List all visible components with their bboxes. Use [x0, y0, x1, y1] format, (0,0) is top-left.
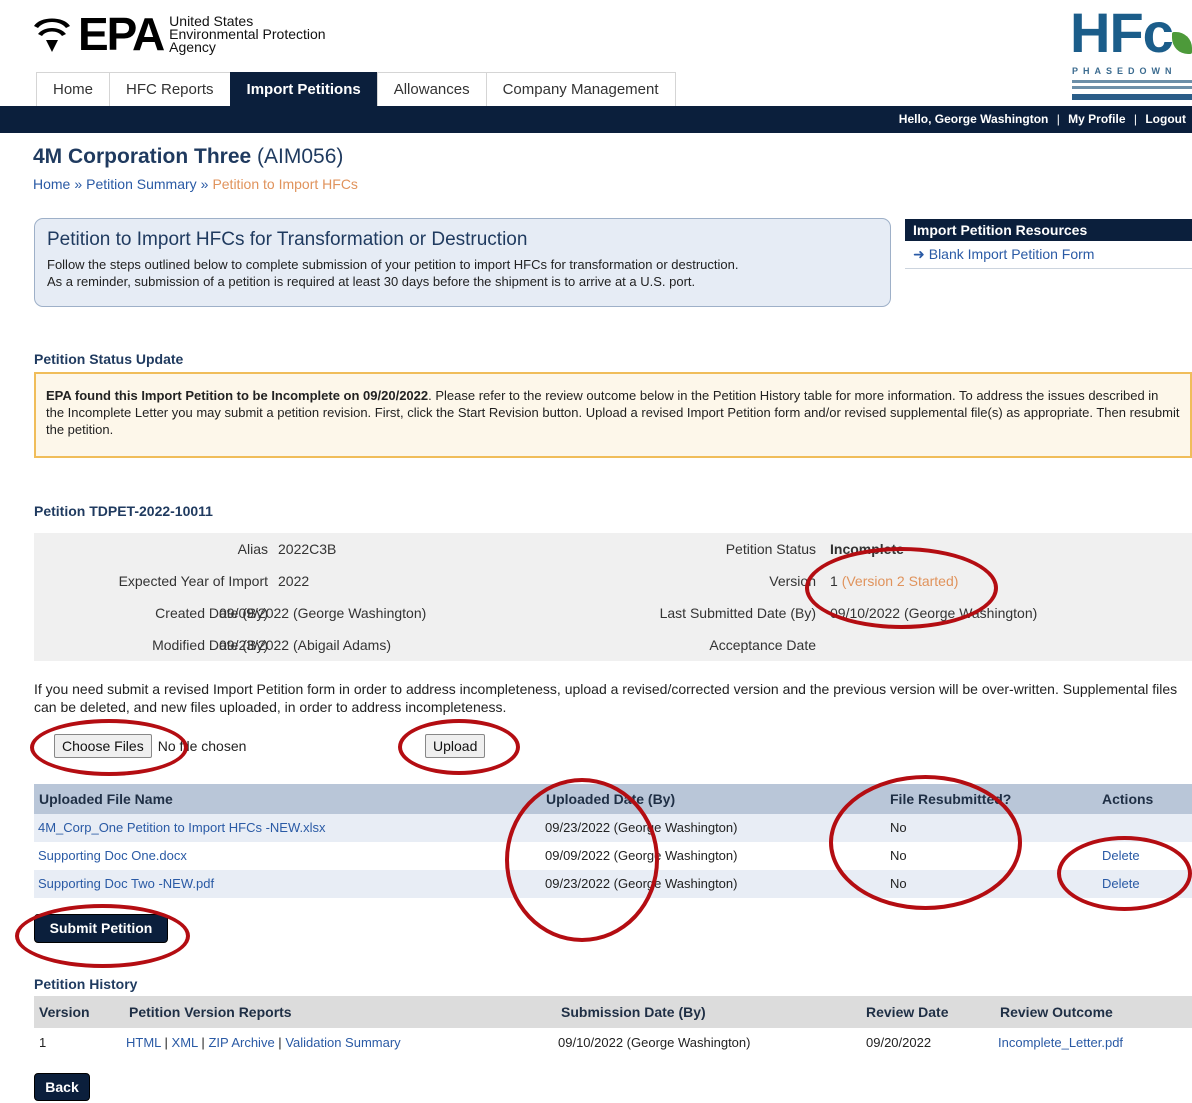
breadcrumb-home[interactable]: Home [33, 176, 70, 192]
separator: | [1133, 112, 1137, 126]
hfc-phasedown-logo: HFc PHASEDOWN [1068, 4, 1192, 102]
separator: | [278, 1035, 282, 1050]
history-version: 1 [39, 1035, 47, 1050]
epa-wordmark: EPA [78, 8, 165, 60]
resources-panel: Import Petition Resources ➜ Blank Import … [905, 219, 1192, 269]
history-review-date: 09/20/2022 [866, 1035, 932, 1050]
intro-panel: Petition to Import HFCs for Transformati… [34, 218, 891, 307]
epa-seal-icon [34, 18, 70, 52]
breadcrumb: Home» Petition Summary» Petition to Import… [33, 176, 358, 192]
acceptance-label: Acceptance Date [709, 637, 816, 653]
petition-heading: Petition TDPET-2022-10011 [34, 503, 213, 519]
status-update-panel: EPA found this Import Petition to be Inc… [34, 372, 1192, 458]
report-validation-link[interactable]: Validation Summary [285, 1035, 400, 1050]
hfc-wordmark: HFc [1070, 1, 1174, 64]
separator: | [164, 1035, 168, 1050]
detail-row: Alias 2022C3B Petition Status Incomplete [34, 533, 1192, 565]
table-header: Version Petition Version Reports Submiss… [34, 996, 1192, 1028]
logout-link[interactable]: Logout [1145, 112, 1186, 126]
column-header: Uploaded File Name [39, 791, 173, 807]
alias-value: 2022C3B [278, 541, 337, 557]
annotation-circle [30, 719, 188, 776]
org-name: 4M Corporation Three [33, 145, 252, 168]
status-update-bold: EPA found this Import Petition to be Inc… [46, 388, 429, 403]
arrow-right-icon: ➜ [913, 246, 925, 262]
user-greeting: Hello, George Washington [898, 112, 1049, 126]
user-bar: Hello, George Washington | My Profile | … [0, 106, 1192, 133]
intro-title: Petition to Import HFCs for Transformati… [47, 229, 528, 250]
column-header: Petition Version Reports [129, 1004, 292, 1020]
resources-heading: Import Petition Resources [905, 219, 1192, 241]
petition-details: Alias 2022C3B Petition Status Incomplete… [34, 533, 1192, 661]
detail-row: Created Date (By) 09/09/2022 (George Was… [34, 597, 1192, 629]
intro-text-line: As a reminder, submission of a petition … [47, 274, 696, 289]
logo-bar [1072, 94, 1192, 100]
annotation-circle [805, 547, 998, 629]
blank-form-link-label[interactable]: Blank Import Petition Form [929, 246, 1095, 262]
back-button[interactable]: Back [34, 1073, 90, 1101]
annotation-circle [1057, 836, 1192, 911]
phasedown-text: PHASEDOWN [1072, 66, 1177, 76]
tab-hfc-reports[interactable]: HFC Reports [109, 72, 231, 106]
tab-import-petitions[interactable]: Import Petitions [229, 72, 378, 106]
tab-company-management[interactable]: Company Management [485, 72, 676, 106]
table-row: 1 HTML | XML | ZIP Archive | Validation … [34, 1028, 1192, 1058]
report-html-link[interactable]: HTML [126, 1035, 161, 1050]
separator: | [201, 1035, 205, 1050]
annotation-circle [505, 778, 659, 942]
detail-row: Expected Year of Import 2022 Version 1 (… [34, 565, 1192, 597]
annotation-circle [15, 904, 190, 968]
org-code: (AIM056) [257, 145, 344, 168]
my-profile-link[interactable]: My Profile [1068, 112, 1125, 126]
breadcrumb-separator: » [74, 176, 83, 192]
year-value: 2022 [278, 573, 310, 589]
annotation-circle [398, 719, 520, 775]
year-label: Expected Year of Import [118, 573, 268, 589]
page-title: 4M Corporation Three (AIM056) [33, 145, 343, 169]
logo-fine-print [1072, 86, 1192, 89]
report-zip-link[interactable]: ZIP Archive [208, 1035, 274, 1050]
history-submitted: 09/10/2022 (George Washington) [558, 1035, 751, 1050]
file-name-link[interactable]: Supporting Doc One.docx [38, 842, 187, 870]
site-header: EPA United States Environmental Protecti… [0, 0, 1192, 108]
agency-name: United States Environmental Protection A… [169, 14, 325, 55]
breadcrumb-petition-summary[interactable]: Petition Summary [86, 176, 196, 192]
main-tabs: Home HFC Reports Import Petitions Allowa… [36, 72, 676, 106]
detail-row: Modified Date (By) 09/23/2022 (Abigail A… [34, 629, 1192, 661]
agency-name-line: Agency [169, 38, 216, 55]
separator: | [1056, 112, 1060, 126]
created-value: 09/09/2022 (George Washington) [219, 605, 427, 621]
column-header: Review Outcome [1000, 1004, 1113, 1020]
incomplete-letter-link[interactable]: Incomplete_Letter.pdf [998, 1028, 1123, 1058]
report-links: HTML | XML | ZIP Archive | Validation Su… [126, 1028, 401, 1058]
column-header: Submission Date (By) [561, 1004, 706, 1020]
column-header: Actions [1102, 791, 1154, 807]
modified-value: 09/23/2022 (Abigail Adams) [219, 637, 391, 653]
tab-allowances[interactable]: Allowances [376, 72, 487, 106]
alias-label: Alias [237, 541, 268, 557]
blank-form-link[interactable]: ➜ Blank Import Petition Form [905, 241, 1192, 268]
divider [905, 268, 1192, 269]
breadcrumb-current: Petition to Import HFCs [212, 176, 358, 192]
column-header: Review Date [866, 1004, 949, 1020]
file-name-link[interactable]: Supporting Doc Two -NEW.pdf [38, 870, 214, 898]
last-submitted-label: Last Submitted Date (By) [659, 605, 816, 621]
history-table: Version Petition Version Reports Submiss… [34, 996, 1192, 1058]
annotation-circle [829, 775, 1022, 910]
leaf-icon [1172, 32, 1192, 54]
status-label: Petition Status [725, 541, 816, 557]
tab-home[interactable]: Home [36, 72, 111, 106]
logo-fine-print [1072, 80, 1192, 83]
epa-logo[interactable]: EPA United States Environmental Protecti… [30, 8, 326, 60]
breadcrumb-separator: » [200, 176, 209, 192]
upload-instructions: If you need submit a revised Import Peti… [34, 681, 1178, 715]
history-heading: Petition History [34, 976, 138, 992]
status-update-heading: Petition Status Update [34, 351, 184, 367]
intro-text-line: Follow the steps outlined below to compl… [47, 257, 739, 272]
column-header: Version [39, 1004, 90, 1020]
report-xml-link[interactable]: XML [172, 1035, 198, 1050]
file-name-link[interactable]: 4M_Corp_One Petition to Import HFCs -NEW… [38, 814, 326, 842]
